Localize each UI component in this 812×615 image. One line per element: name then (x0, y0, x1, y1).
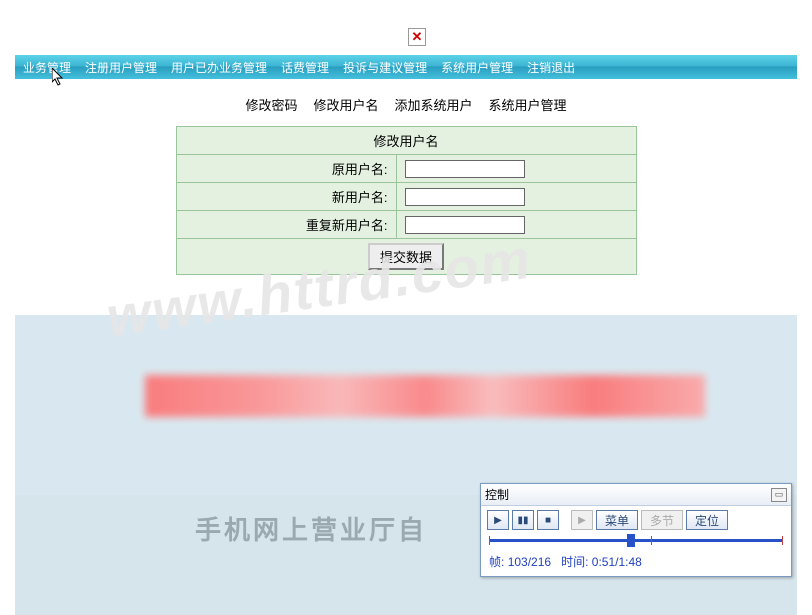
nav-fee-mgmt[interactable]: 话费管理 (281, 59, 329, 76)
slider-thumb[interactable] (627, 534, 635, 547)
input-new-username[interactable] (405, 188, 525, 206)
locate-button[interactable]: 定位 (686, 510, 728, 530)
play-icon: ▶ (494, 515, 502, 526)
play-button[interactable]: ▶ (487, 510, 509, 530)
pause-button[interactable]: ▮▮ (512, 510, 534, 530)
frame-value: 103/216 (508, 555, 551, 569)
form-title: 修改用户名 (176, 127, 636, 155)
change-username-form: 修改用户名 原用户名: 新用户名: 重复新用户名: 提交数据 (176, 126, 637, 275)
close-icon: ✕ (412, 29, 423, 45)
time-value: 0:51/1:48 (592, 555, 642, 569)
input-old-username[interactable] (405, 160, 525, 178)
step-icon: ▶ (578, 515, 586, 526)
subnav-system-user-mgmt[interactable]: 系统用户管理 (489, 95, 567, 114)
label-new-username: 新用户名: (176, 183, 396, 211)
control-title: 控制 (485, 486, 509, 503)
time-label: 时间: (561, 555, 588, 569)
redacted-banner (145, 375, 705, 417)
label-repeat-username: 重复新用户名: (176, 211, 396, 239)
menu-button[interactable]: 菜单 (596, 510, 638, 530)
frame-label: 帧: (489, 555, 504, 569)
subnav-change-username[interactable]: 修改用户名 (313, 95, 378, 114)
multi-section-button: 多节 (641, 510, 683, 530)
nav-user-services[interactable]: 用户已办业务管理 (171, 59, 267, 76)
subnav-change-password[interactable]: 修改密码 (245, 95, 297, 114)
sub-nav: 修改密码 修改用户名 添加系统用户 系统用户管理 (15, 89, 797, 126)
label-old-username: 原用户名: (176, 155, 396, 183)
nav-registered-users[interactable]: 注册用户管理 (85, 59, 157, 76)
nav-logout[interactable]: 注销退出 (527, 59, 575, 76)
nav-business-mgmt[interactable]: 业务管理 (23, 59, 71, 76)
control-slider[interactable] (489, 536, 783, 546)
stop-button[interactable]: ■ (537, 510, 559, 530)
control-status: 帧: 103/216 时间: 0:51/1:48 (481, 550, 791, 576)
footer-text: 手机网上营业厅自 (195, 510, 427, 547)
content-panel: 修改密码 修改用户名 添加系统用户 系统用户管理 修改用户名 原用户名: 新用户… (15, 79, 797, 315)
control-title-bar: 控制 ▭ (481, 484, 791, 506)
input-repeat-username[interactable] (405, 216, 525, 234)
top-nav: 业务管理 注册用户管理 用户已办业务管理 话费管理 投诉与建议管理 系统用户管理… (15, 55, 797, 79)
control-minimize-button[interactable]: ▭ (771, 488, 787, 502)
pause-icon: ▮▮ (517, 515, 528, 526)
close-button[interactable]: ✕ (408, 28, 426, 46)
control-toolbar: ▶ ▮▮ ■ ▶ 菜单 多节 定位 (481, 506, 791, 534)
stop-icon: ■ (545, 515, 551, 526)
control-panel: 控制 ▭ ▶ ▮▮ ■ ▶ 菜单 多节 定位 帧: 103/216 时间: 0:… (480, 483, 792, 577)
subnav-add-system-user[interactable]: 添加系统用户 (395, 95, 473, 114)
nav-system-users[interactable]: 系统用户管理 (441, 59, 513, 76)
submit-button[interactable]: 提交数据 (368, 243, 444, 270)
nav-complaints[interactable]: 投诉与建议管理 (343, 59, 427, 76)
step-button: ▶ (571, 510, 593, 530)
